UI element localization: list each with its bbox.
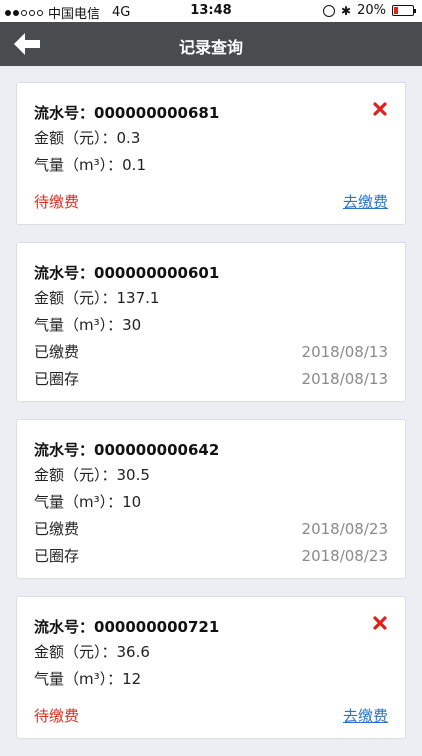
back-arrow-icon xyxy=(14,33,40,55)
gas-row: 气量（m³）：10 xyxy=(34,489,388,516)
amount-label: 金额（元）： xyxy=(34,643,117,661)
amount-label: 金额（元）： xyxy=(34,289,117,307)
amount-row: 金额（元）：30.5 xyxy=(34,462,388,489)
paid-status: 已缴费 xyxy=(34,520,80,538)
gas-row: 气量（m³）：30 xyxy=(34,312,388,339)
battery-icon xyxy=(392,5,416,16)
paid-row: 已缴费 2018/08/23 xyxy=(34,516,388,543)
paid-date: 2018/08/23 xyxy=(301,520,388,538)
amount-row: 金额（元）：137.1 xyxy=(34,285,388,312)
amount-label: 金额（元）： xyxy=(34,129,117,147)
loaded-status: 已圈存 xyxy=(34,547,80,565)
serial-number: 流水号：000000000642 xyxy=(34,438,388,462)
record-card: 流水号：000000000681 金额（元）：0.3 气量（m³）：0.1 待缴费 去缴… xyxy=(16,82,406,225)
page-title: 记录查询 xyxy=(178,38,243,57)
pending-status: 待缴费 xyxy=(34,707,80,725)
serial-value: 000000000642 xyxy=(94,441,220,459)
pay-link[interactable]: 去缴费 xyxy=(343,703,388,730)
serial-label: 流水号： xyxy=(34,441,95,459)
gas-row: 气量（m³）：12 xyxy=(34,666,388,693)
loaded-date: 2018/08/23 xyxy=(301,547,388,565)
amount-row: 金额（元）：0.3 xyxy=(34,125,388,152)
pending-row: 待缴费 去缴费 xyxy=(34,703,388,730)
gas-value: 30 xyxy=(122,316,142,334)
record-card: 流水号：000000000642 金额（元）：30.5 气量（m³）：10 已缴费 20… xyxy=(16,419,406,579)
serial-number: 流水号：000000000681 xyxy=(34,101,388,125)
record-card: 流水号：000000000601 金额（元）：137.1 气量（m³）：30 已缴费 2… xyxy=(16,242,406,402)
amount-value: 0.3 xyxy=(116,129,141,147)
serial-label: 流水号： xyxy=(34,104,95,122)
battery-percent: 20% xyxy=(357,3,386,18)
pending-row: 待缴费 去缴费 xyxy=(34,189,388,216)
serial-value: 000000000601 xyxy=(94,264,220,282)
status-right: ✱ 20% xyxy=(323,3,416,18)
serial-label: 流水号： xyxy=(34,618,95,636)
amount-value: 137.1 xyxy=(116,289,160,307)
serial-value: 000000000721 xyxy=(94,618,220,636)
delete-button[interactable] xyxy=(372,101,388,117)
amount-value: 30.5 xyxy=(116,466,150,484)
gas-row: 气量（m³）：0.1 xyxy=(34,152,388,179)
loaded-row: 已圈存 2018/08/23 xyxy=(34,543,388,570)
loaded-status: 已圈存 xyxy=(34,370,80,388)
serial-number: 流水号：000000000601 xyxy=(34,261,388,285)
back-button[interactable] xyxy=(14,33,42,55)
gas-label: 气量（m³）： xyxy=(34,156,123,174)
pay-link[interactable]: 去缴费 xyxy=(343,189,388,216)
record-list: 流水号：000000000681 金额（元）：0.3 气量（m³）：0.1 待缴费 去缴… xyxy=(16,82,406,756)
record-card: 流水号：000000000721 金额（元）：36.6 气量（m³）：12 待缴费 去缴… xyxy=(16,596,406,739)
paid-status: 已缴费 xyxy=(34,343,80,361)
gas-value: 10 xyxy=(122,493,142,511)
amount-label: 金额（元）： xyxy=(34,466,117,484)
serial-number: 流水号：000000000721 xyxy=(34,615,388,639)
gas-label: 气量（m³）： xyxy=(34,670,123,688)
paid-row: 已缴费 2018/08/13 xyxy=(34,339,388,366)
amount-row: 金额（元）：36.6 xyxy=(34,639,388,666)
serial-value: 000000000681 xyxy=(94,104,220,122)
delete-x-icon xyxy=(373,616,387,630)
loaded-date: 2018/08/13 xyxy=(301,370,388,388)
delete-button[interactable] xyxy=(372,615,388,631)
status-bar: 中国电信 4G 13:48 ✱ 20% xyxy=(0,0,422,22)
loaded-row: 已圈存 2018/08/13 xyxy=(34,366,388,393)
delete-x-icon xyxy=(373,102,387,116)
amount-value: 36.6 xyxy=(116,643,150,661)
serial-label: 流水号： xyxy=(34,264,95,282)
nav-bar: 记录查询 xyxy=(0,22,422,66)
paid-date: 2018/08/13 xyxy=(301,343,388,361)
bluetooth-icon: ✱ xyxy=(341,3,352,18)
orientation-lock-icon xyxy=(323,4,336,17)
gas-value: 12 xyxy=(122,670,142,688)
gas-label: 气量（m³）： xyxy=(34,493,123,511)
pending-status: 待缴费 xyxy=(34,193,80,211)
gas-value: 0.1 xyxy=(122,156,146,174)
gas-label: 气量（m³）： xyxy=(34,316,123,334)
